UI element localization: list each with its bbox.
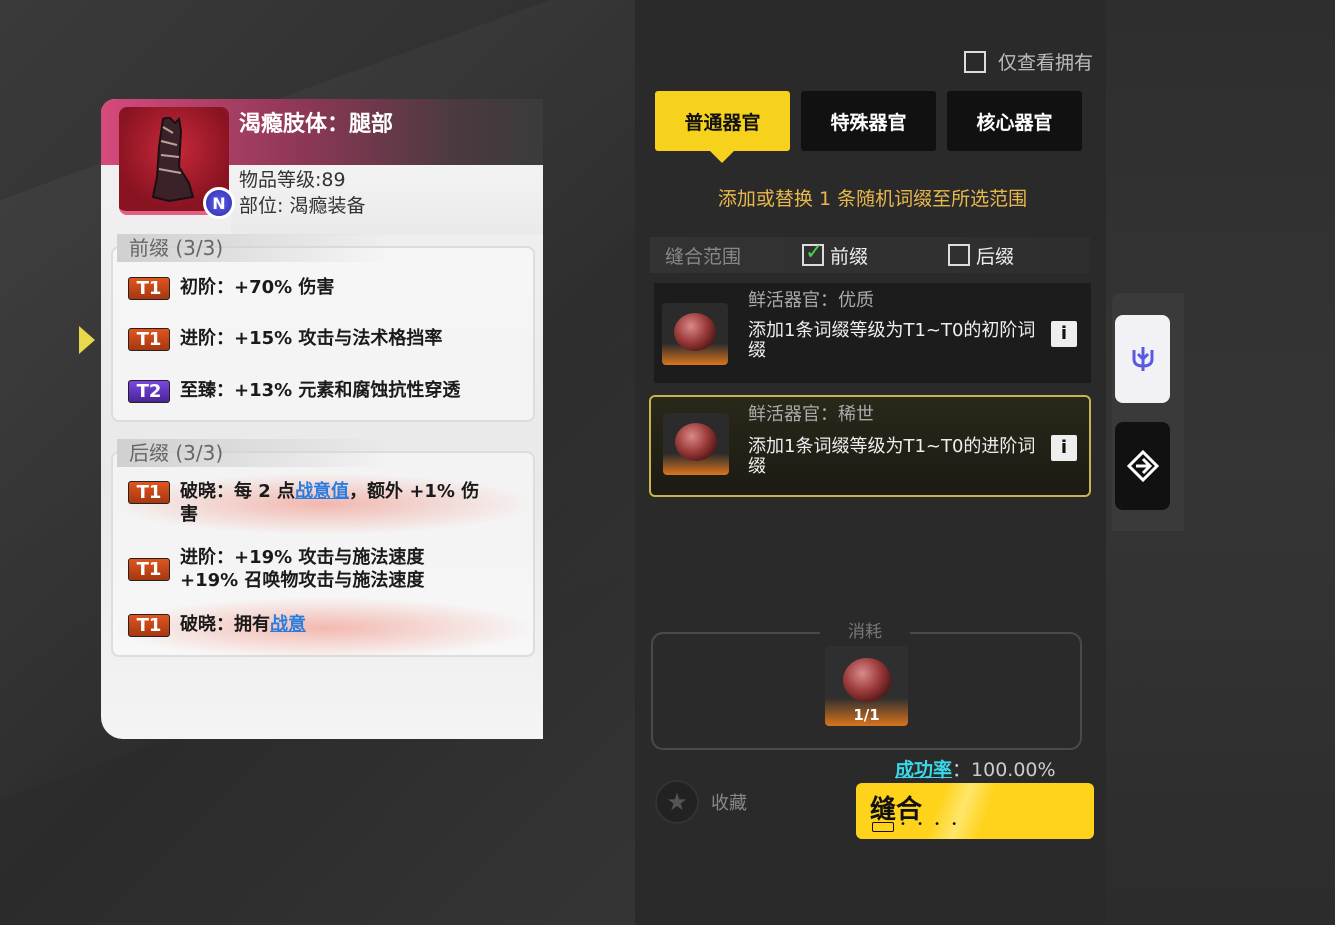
prefix-affix-1[interactable]: T1 初阶：+70% 伤害 (128, 276, 488, 300)
prefix-checkbox[interactable] (802, 240, 824, 266)
diamond-icon (1126, 450, 1159, 482)
tier-badge: T1 (128, 558, 170, 581)
range-label: 缝合范围 (665, 245, 742, 268)
tier-badge: T1 (128, 481, 170, 504)
tier-badge: T1 (128, 277, 170, 300)
side-tab-diamond[interactable] (1115, 422, 1170, 510)
prefix-affix-2[interactable]: T1 进阶：+15% 攻击与法术格挡率 (128, 327, 488, 351)
success-rate-link[interactable]: 成功率 (895, 759, 952, 781)
side-tab-organ[interactable] (1115, 315, 1170, 403)
flesh-organ-icon (663, 413, 729, 475)
owned-only-filter[interactable]: 仅查看拥有 (964, 48, 1093, 75)
item-level: 物品等级:89 (239, 169, 346, 191)
consume-count: 1/1 (853, 706, 880, 724)
suffix-affix-3[interactable]: T1 破晓：拥有战意 (128, 613, 488, 637)
range-option-prefix[interactable]: 前缀 (802, 240, 868, 269)
suffix-title: 后缀 (3/3) (117, 439, 392, 467)
info-icon[interactable]: i (1051, 435, 1077, 461)
suffix-affix-2[interactable]: T1 进阶：+19% 攻击与施法速度 +19% 召唤物攻击与施法速度 (128, 546, 488, 592)
material-item[interactable]: 鲜活器官：优质 添加1条词缀等级为T1~T0的初阶词缀 i (654, 283, 1091, 383)
star-icon: ★ (655, 780, 699, 824)
item-slot: 部位: 渴瘾装备 (239, 195, 366, 217)
suffix-checkbox[interactable] (948, 244, 970, 266)
tier-badge: T1 (128, 328, 170, 351)
prefix-affix-3[interactable]: T2 至臻：+13% 元素和腐蚀抗性穿透 (128, 379, 488, 403)
range-option-suffix[interactable]: 后缀 (948, 242, 1014, 269)
owned-only-checkbox[interactable] (964, 50, 986, 73)
item-card: N 渴瘾肢体：腿部 物品等级:89 部位: 渴瘾装备 前缀 (3/3) T1 初… (101, 99, 543, 739)
keyboard-key-icon (872, 822, 894, 832)
tab-core-organ[interactable]: 核心器官 (947, 91, 1082, 151)
sew-button[interactable]: 缝合 • • • • (856, 783, 1094, 839)
favorite-button[interactable]: ★ 收藏 (655, 780, 747, 824)
keyword-link[interactable]: 战意值 (295, 481, 349, 502)
keyword-link[interactable]: 战意 (270, 614, 306, 635)
material-item-selected[interactable]: 鲜活器官：稀世 添加1条词缀等级为T1~T0的进阶词缀 i (649, 395, 1091, 497)
prefix-title: 前缀 (3/3) (117, 234, 392, 262)
hint-text: 添加或替换 1 条随机词缀至所选范围 (717, 188, 1028, 210)
consume-label: 消耗 (820, 617, 910, 642)
suffix-affix-1[interactable]: T1 破晓：每 2 点战意值，额外 +1% 伤害 (128, 480, 488, 526)
equipment-badge-icon: N (203, 187, 235, 219)
tab-special-organ[interactable]: 特殊器官 (801, 91, 936, 151)
range-row: 缝合范围 前缀 后缀 (650, 237, 1090, 273)
selection-arrow-icon (79, 326, 95, 354)
success-rate: 成功率：100.00% (895, 759, 1056, 781)
info-icon[interactable]: i (1051, 321, 1077, 347)
tier-badge: T1 (128, 614, 170, 637)
tier-badge: T2 (128, 380, 170, 403)
tab-normal-organ[interactable]: 普通器官 (655, 91, 790, 163)
consume-material-icon[interactable]: 1/1 (825, 646, 908, 726)
flesh-organ-icon (662, 303, 728, 365)
item-name: 渴瘾肢体：腿部 (239, 112, 394, 137)
trident-icon (1132, 347, 1153, 371)
